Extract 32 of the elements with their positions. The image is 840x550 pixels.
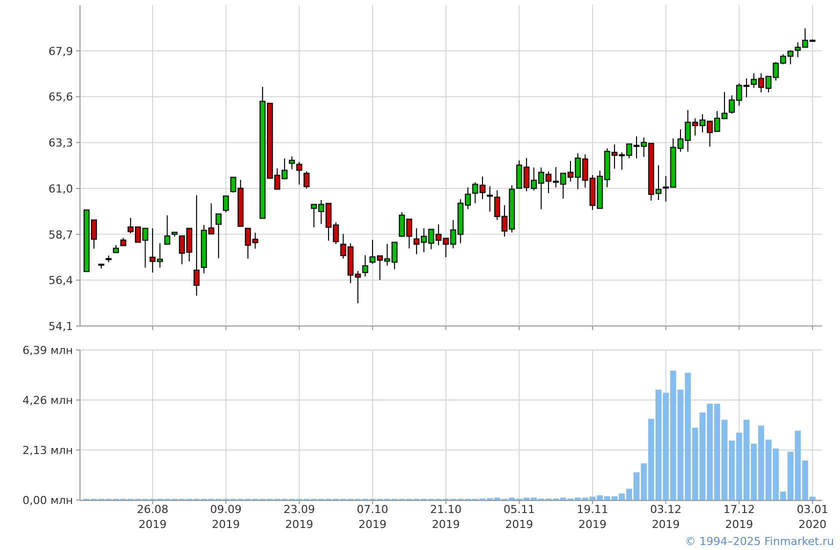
axis-label: 58,7 xyxy=(48,228,73,242)
axis-label: 2019 xyxy=(578,518,606,531)
axis-label: 65,6 xyxy=(48,90,73,104)
axis-label: 21.10 xyxy=(430,503,462,516)
axis-label: 4,26 млн xyxy=(22,394,73,407)
axis-label: 07.10 xyxy=(356,503,388,516)
axis-label: 2019 xyxy=(725,518,754,531)
axis-label: 2,13 млн xyxy=(22,444,73,457)
axis-label: 67,9 xyxy=(48,44,73,58)
axis-label: 2019 xyxy=(432,518,460,531)
axis-label: 23.09 xyxy=(283,503,315,516)
axis-label: 6,39 млн xyxy=(22,344,73,357)
axis-label: 2019 xyxy=(138,518,167,531)
axis-label: 2019 xyxy=(212,518,240,531)
axis-label: 05.11 xyxy=(503,503,535,516)
axis-label: 2019 xyxy=(652,518,680,531)
axis-label: 03.01 xyxy=(796,503,828,516)
axis-label: 54,1 xyxy=(48,320,73,333)
axis-label: 56,4 xyxy=(48,274,73,288)
copyright-link[interactable]: © 1994–2025 Finmarket.ru xyxy=(684,534,834,550)
axis-label: 2020 xyxy=(798,518,826,531)
axis-label: 63,3 xyxy=(48,136,73,150)
axis-label: 2019 xyxy=(358,518,387,531)
axis-label: 26.08 xyxy=(136,503,168,516)
axis-label: 03.12 xyxy=(650,503,682,516)
axis-label: 2019 xyxy=(285,518,314,531)
axis-label: 2019 xyxy=(505,518,534,531)
axis-label: 61,0 xyxy=(48,182,73,196)
axis-label: 19.11 xyxy=(576,503,608,516)
axis-label: 17.12 xyxy=(723,503,755,516)
axis-label: 09.09 xyxy=(210,503,242,516)
axis-label: 0,00 млн xyxy=(22,494,73,507)
